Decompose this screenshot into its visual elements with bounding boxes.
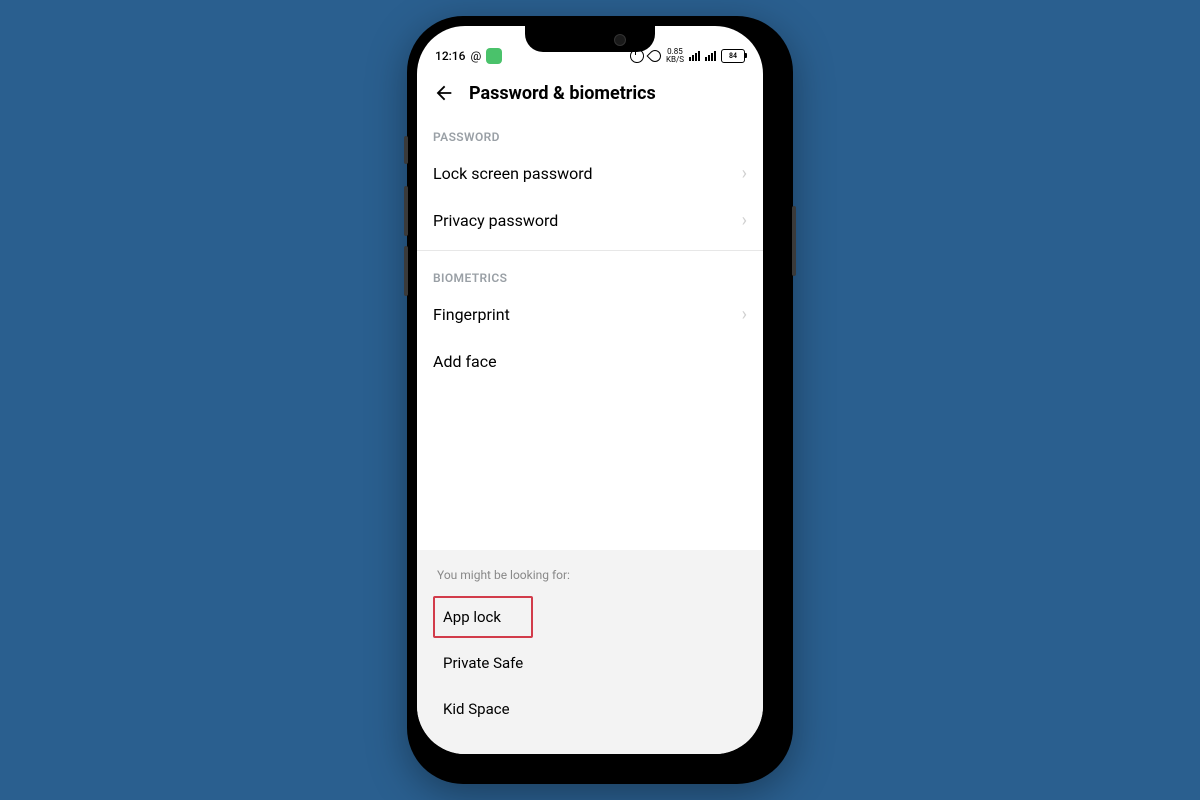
dnd-icon [649,50,661,62]
section-label-password: PASSWORD [433,116,747,150]
phone-bezel: 12:16 @ 0.85 KB/S 84 [417,26,763,754]
suggestions-footer: You might be looking for: App lock Priva… [417,550,763,754]
suggestion-private-safe[interactable]: Private Safe [433,642,533,684]
app-notification-icon [486,48,502,64]
stage: 12:16 @ 0.85 KB/S 84 [0,0,1200,800]
row-privacy-password[interactable]: Privacy password › [433,197,747,244]
front-camera [614,34,626,46]
row-add-face[interactable]: Add face [433,338,747,385]
signal-icon-2 [705,51,716,61]
net-speed-unit: KB/S [666,55,684,64]
mute-switch [404,136,408,164]
status-time: 12:16 [435,49,465,63]
section-biometrics: BIOMETRICS Fingerprint › Add face [417,257,763,385]
arrow-left-icon [433,82,455,104]
power-button [792,206,796,276]
page-header: Password & biometrics [417,68,763,116]
section-password: PASSWORD Lock screen password › Privacy … [417,116,763,244]
volume-down-button [404,246,408,296]
row-label: Add face [433,352,497,371]
divider [417,250,763,251]
row-fingerprint[interactable]: Fingerprint › [433,291,747,338]
network-speed: 0.85 KB/S [666,48,684,64]
section-label-biometrics: BIOMETRICS [433,257,747,291]
row-lock-screen-password[interactable]: Lock screen password › [433,150,747,197]
row-label: Privacy password [433,211,558,230]
signal-icon [689,51,700,61]
notch [525,26,655,52]
suggestion-app-lock[interactable]: App lock [433,596,533,638]
row-label: Fingerprint [433,305,510,324]
page-title: Password & biometrics [469,83,656,104]
phone-frame: 12:16 @ 0.85 KB/S 84 [407,16,793,784]
battery-icon: 84 [721,49,745,63]
battery-level: 84 [729,52,737,60]
suggestion-kid-space[interactable]: Kid Space [433,688,533,730]
chevron-right-icon: › [742,212,747,230]
chevron-right-icon: › [742,306,747,324]
suggestions-label: You might be looking for: [437,568,747,582]
back-button[interactable] [433,82,455,104]
chevron-right-icon: › [742,165,747,183]
at-icon: @ [470,49,481,63]
screen: 12:16 @ 0.85 KB/S 84 [417,26,763,754]
row-label: Lock screen password [433,164,593,183]
volume-up-button [404,186,408,236]
